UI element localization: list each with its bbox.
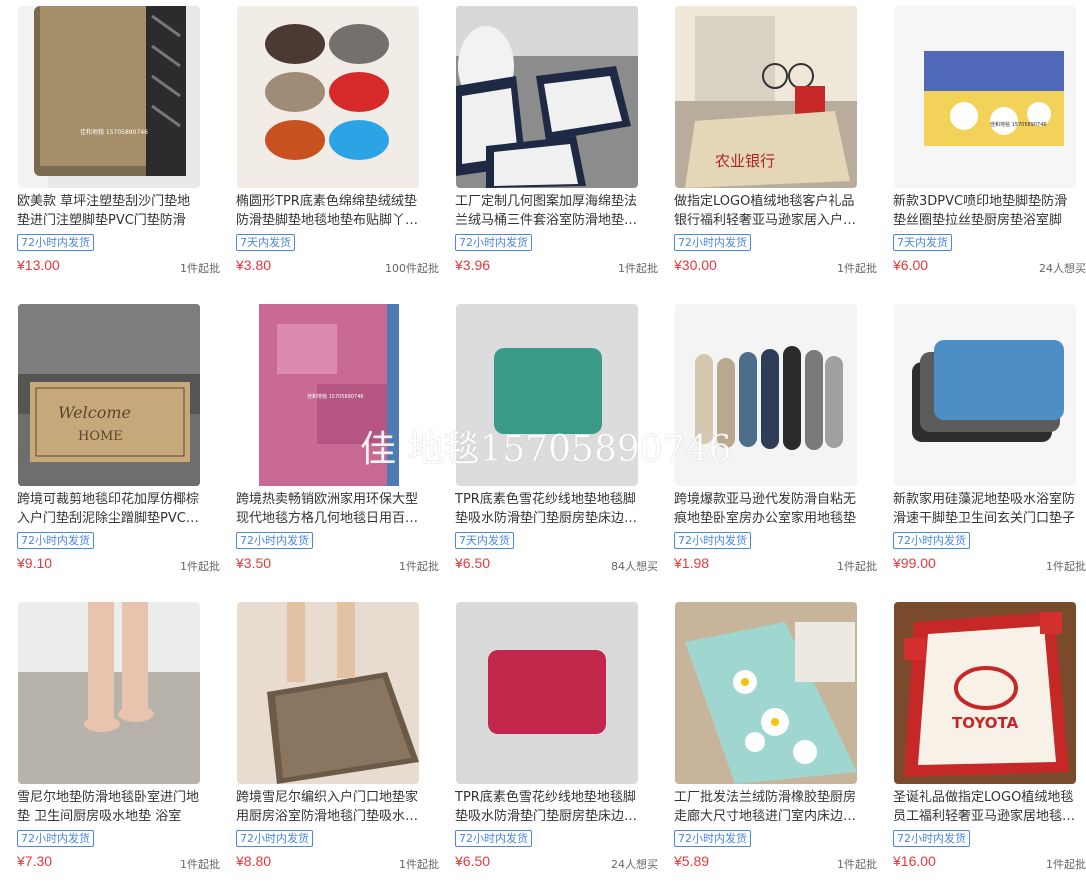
product-title[interactable]: 做指定LOGO植绒地毯客户礼品银行福利轻奢亚马逊家居入户… (674, 192, 860, 232)
product-price: ¥99.00 (893, 555, 936, 571)
product-card[interactable]: TPR底素色雪花纱线地垫地毯脚垫吸水防滑垫门垫厨房垫床边… 72小时内发货 ¥6… (438, 596, 658, 886)
product-card[interactable]: 跨境雪尼尔编织入户门口地垫家用厨房浴室防滑地毯门垫吸水… 72小时内发货 ¥8.… (219, 596, 439, 886)
product-image[interactable]: 佳和地毯 15705890746 (237, 304, 419, 486)
product-title[interactable]: 跨境热卖畅销欧洲家用环保大型现代地毯方格几何地毯日用百… (236, 490, 422, 530)
product-card[interactable]: 工厂定制几何图案加厚海绵垫法兰绒马桶三件套浴室防滑地垫… 72小时内发货 ¥3.… (438, 0, 658, 290)
product-image[interactable] (675, 602, 857, 784)
min-order: 1件起批 (1046, 560, 1086, 573)
min-order: 1件起批 (399, 560, 439, 573)
product-image[interactable] (237, 6, 419, 188)
min-order: 1件起批 (180, 560, 220, 573)
image-logo-text: TOYOTA (952, 714, 1019, 732)
min-order: 84人想买 (611, 560, 658, 573)
product-price: ¥13.00 (17, 257, 60, 273)
product-image[interactable] (894, 304, 1076, 486)
min-order: 24人想买 (611, 858, 658, 871)
product-title[interactable]: 工厂批发法兰绒防滑橡胶垫厨房走廊大尺寸地毯进门室内床边… (674, 788, 860, 828)
product-price: ¥3.50 (236, 555, 272, 571)
product-price: ¥16.00 (893, 853, 936, 869)
product-card[interactable]: 佳和地毯 15705890746 跨境热卖畅销欧洲家用环保大型现代地毯方格几何地… (219, 298, 439, 588)
product-card[interactable]: 佳和地毯 15705890746 新款3DPVC喷印地垫脚垫防滑垫丝圈垫拉丝垫厨… (876, 0, 1086, 290)
product-image[interactable] (18, 602, 200, 784)
product-price: ¥3.96 (455, 257, 491, 273)
product-grid: 佳和地毯 15705890746 欧美款 草坪注塑垫刮沙门垫地垫进门注塑脚垫PV… (0, 0, 1086, 889)
shipping-badge: 72小时内发货 (674, 532, 751, 549)
product-image[interactable] (456, 6, 638, 188)
product-card[interactable]: 农业银行 做指定LOGO植绒地毯客户礼品银行福利轻奢亚马逊家居入户… 72小时内… (657, 0, 877, 290)
product-card[interactable]: 跨境爆款亚马逊代发防滑自粘无痕地垫卧室房办公室家用地毯垫 72小时内发货 ¥1.… (657, 298, 877, 588)
product-card[interactable]: 雪尼尔地垫防滑地毯卧室进门地垫 卫生间厨房吸水地垫 浴室防… 72小时内发货 ¥… (0, 596, 220, 886)
product-title[interactable]: TPR底素色雪花纱线地垫地毯脚垫吸水防滑垫门垫厨房垫床边… (455, 490, 641, 530)
shipping-badge: 7天内发货 (455, 532, 514, 549)
product-title[interactable]: 跨境爆款亚马逊代发防滑自粘无痕地垫卧室房办公室家用地毯垫 (674, 490, 860, 530)
shipping-badge: 72小时内发货 (17, 532, 94, 549)
image-watermark-text: 佳和地毯 15705890746 (307, 393, 364, 400)
shipping-badge: 72小时内发货 (674, 234, 751, 251)
shipping-badge: 72小时内发货 (455, 830, 532, 847)
image-logo-text: 农业银行 (715, 152, 775, 170)
product-card[interactable]: 新款家用硅藻泥地垫吸水浴室防滑速干脚垫卫生间玄关门口垫子 72小时内发货 ¥99… (876, 298, 1086, 588)
product-card[interactable]: 工厂批发法兰绒防滑橡胶垫厨房走廊大尺寸地毯进门室内床边… 72小时内发货 ¥5.… (657, 596, 877, 886)
shipping-badge: 7天内发货 (893, 234, 952, 251)
min-order: 1件起批 (399, 858, 439, 871)
product-card[interactable]: TPR底素色雪花纱线地垫地毯脚垫吸水防滑垫门垫厨房垫床边… 7天内发货 ¥6.5… (438, 298, 658, 588)
min-order: 24人想买 (1039, 262, 1086, 275)
product-title[interactable]: 跨境雪尼尔编织入户门口地垫家用厨房浴室防滑地毯门垫吸水… (236, 788, 422, 828)
image-watermark-text: 佳和地毯 15705890746 (80, 128, 148, 136)
product-title[interactable]: 圣诞礼品做指定LOGO植绒地毯员工福利轻奢亚马逊家居地毯… (893, 788, 1079, 828)
min-order: 100件起批 (385, 262, 439, 275)
product-image[interactable]: 佳和地毯 15705890746 (894, 6, 1076, 188)
product-price: ¥30.00 (674, 257, 717, 273)
min-order: 1件起批 (180, 858, 220, 871)
shipping-badge: 72小时内发货 (236, 532, 313, 549)
shipping-badge: 72小时内发货 (893, 532, 970, 549)
product-price: ¥6.00 (893, 257, 929, 273)
product-title[interactable]: 新款家用硅藻泥地垫吸水浴室防滑速干脚垫卫生间玄关门口垫子 (893, 490, 1079, 530)
product-title[interactable]: 新款3DPVC喷印地垫脚垫防滑垫丝圈垫拉丝垫厨房垫浴室脚垫… (893, 192, 1079, 232)
product-image[interactable]: TOYOTA (894, 602, 1076, 784)
product-price: ¥6.50 (455, 555, 491, 571)
min-order: 1件起批 (1046, 858, 1086, 871)
product-image[interactable] (456, 602, 638, 784)
shipping-badge: 72小时内发货 (674, 830, 751, 847)
product-image[interactable] (237, 602, 419, 784)
product-price: ¥1.98 (674, 555, 710, 571)
product-title[interactable]: 椭圆形TPR底素色绵绵垫绒绒垫防滑垫脚垫地毯地垫布贴脚丫… (236, 192, 422, 232)
product-price: ¥7.30 (17, 853, 53, 869)
product-title[interactable]: TPR底素色雪花纱线地垫地毯脚垫吸水防滑垫门垫厨房垫床边… (455, 788, 641, 828)
product-image[interactable]: 佳和地毯 15705890746 (18, 6, 200, 188)
product-price: ¥9.10 (17, 555, 53, 571)
product-card[interactable]: 佳和地毯 15705890746 欧美款 草坪注塑垫刮沙门垫地垫进门注塑脚垫PV… (0, 0, 220, 290)
product-card[interactable]: Welcome HOME 跨境可裁剪地毯印花加厚仿椰棕入户门垫刮泥除尘蹭脚垫PV… (0, 298, 220, 588)
product-image[interactable] (456, 304, 638, 486)
min-order: 1件起批 (837, 858, 877, 871)
svg-text:Welcome: Welcome (58, 403, 131, 422)
product-title[interactable]: 工厂定制几何图案加厚海绵垫法兰绒马桶三件套浴室防滑地垫… (455, 192, 641, 232)
shipping-badge: 72小时内发货 (893, 830, 970, 847)
product-price: ¥3.80 (236, 257, 272, 273)
image-watermark-text: 佳和地毯 15705890746 (990, 121, 1047, 128)
svg-text:HOME: HOME (78, 429, 123, 444)
shipping-badge: 72小时内发货 (455, 234, 532, 251)
shipping-badge: 72小时内发货 (17, 234, 94, 251)
shipping-badge: 72小时内发货 (17, 830, 94, 847)
product-price: ¥6.50 (455, 853, 491, 869)
min-order: 1件起批 (837, 560, 877, 573)
product-image[interactable] (675, 304, 857, 486)
product-price: ¥5.89 (674, 853, 710, 869)
min-order: 1件起批 (837, 262, 877, 275)
product-image[interactable]: 农业银行 (675, 6, 857, 188)
product-title[interactable]: 雪尼尔地垫防滑地毯卧室进门地垫 卫生间厨房吸水地垫 浴室防… (17, 788, 203, 828)
product-card[interactable]: 椭圆形TPR底素色绵绵垫绒绒垫防滑垫脚垫地毯地垫布贴脚丫… 7天内发货 ¥3.8… (219, 0, 439, 290)
product-image[interactable]: Welcome HOME (18, 304, 200, 486)
min-order: 1件起批 (618, 262, 658, 275)
product-card[interactable]: TOYOTA 圣诞礼品做指定LOGO植绒地毯员工福利轻奢亚马逊家居地毯… 72小… (876, 596, 1086, 886)
shipping-badge: 72小时内发货 (236, 830, 313, 847)
shipping-badge: 7天内发货 (236, 234, 295, 251)
product-title[interactable]: 跨境可裁剪地毯印花加厚仿椰棕入户门垫刮泥除尘蹭脚垫PVC… (17, 490, 203, 530)
min-order: 1件起批 (180, 262, 220, 275)
product-title[interactable]: 欧美款 草坪注塑垫刮沙门垫地垫进门注塑脚垫PVC门垫防滑地… (17, 192, 203, 232)
product-price: ¥8.80 (236, 853, 272, 869)
